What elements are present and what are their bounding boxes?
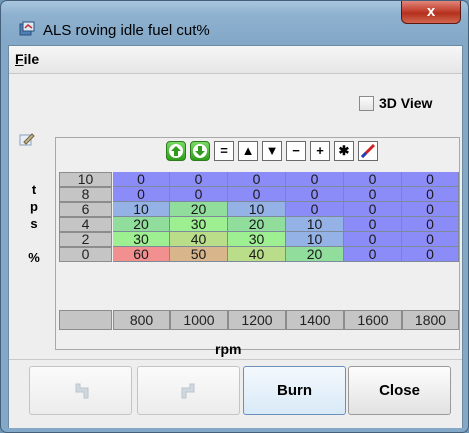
y-axis-label-char [28, 232, 40, 249]
y-axis-cell[interactable]: 10 [59, 172, 112, 187]
y-axis-label: t p s % [28, 181, 40, 266]
table-cell[interactable]: 0 [286, 202, 344, 217]
table-cell[interactable]: 0 [113, 187, 170, 202]
increment-up-icon: ▲ [241, 143, 255, 158]
y-axis-cell[interactable]: 8 [59, 187, 112, 202]
multiply-icon: ✱ [338, 143, 350, 158]
x-axis-label: rpm [215, 341, 242, 357]
add-button[interactable]: + [310, 141, 330, 161]
multiply-button[interactable]: ✱ [334, 141, 354, 161]
table-cell[interactable]: 10 [286, 217, 344, 232]
subtract-icon: − [292, 143, 300, 158]
close-window-button[interactable]: x [401, 1, 461, 24]
table-cell[interactable]: 0 [402, 232, 459, 247]
table-cell[interactable]: 10 [286, 232, 344, 247]
table-cell[interactable]: 10 [113, 202, 170, 217]
table-cell[interactable]: 10 [228, 202, 286, 217]
set-equal-button[interactable]: = [214, 141, 234, 161]
y-axis-label-char: s [30, 216, 38, 231]
table-cell[interactable]: 20 [286, 247, 344, 262]
table-cell[interactable]: 0 [402, 217, 459, 232]
table-cell[interactable]: 0 [344, 217, 402, 232]
redo-icon [181, 383, 194, 399]
table-cell[interactable]: 40 [170, 232, 228, 247]
y-axis-cell[interactable]: 4 [59, 217, 112, 232]
x-axis-cell[interactable]: 1600 [344, 310, 402, 330]
button-bar: Burn Close [9, 359, 462, 428]
x-axis-cell[interactable]: 1400 [286, 310, 344, 330]
view3d-checkbox[interactable] [359, 96, 374, 111]
table-cell[interactable]: 0 [344, 172, 402, 187]
y-axis-label-char: p [30, 199, 38, 214]
dialog-window: ALS roving idle fuel cut% x File 3D View… [0, 0, 469, 433]
table-cell[interactable]: 0 [228, 187, 286, 202]
table-cell[interactable]: 50 [170, 247, 228, 262]
title-bar[interactable]: ALS roving idle fuel cut% x [1, 1, 468, 45]
y-axis-label-char: % [28, 250, 40, 265]
increase-icon [169, 144, 183, 158]
table-cell[interactable]: 0 [344, 202, 402, 217]
close-label: Close [379, 382, 420, 399]
decrease-icon [193, 144, 207, 158]
table-cell[interactable]: 0 [402, 172, 459, 187]
table-cell[interactable]: 30 [170, 217, 228, 232]
table-cell[interactable]: 30 [113, 232, 170, 247]
table-panel: = ▲ ▼ − + ✱ 10 8 6 4 2 0 0 0 0 0 0 0 0 0 0 0 0 0 10 20 10 0 0 0 20 30 2… [55, 137, 460, 350]
increment-down-icon: ▼ [265, 143, 279, 158]
table-cell[interactable]: 0 [402, 247, 459, 262]
y-axis-label-char: t [31, 182, 37, 197]
menu-bar: File [9, 46, 462, 74]
view3d-label: 3D View [379, 95, 433, 111]
increment-up-button[interactable]: ▲ [238, 141, 258, 161]
table-cell[interactable]: 0 [402, 187, 459, 202]
increment-down-button[interactable]: ▼ [262, 141, 282, 161]
table-cell[interactable]: 0 [344, 232, 402, 247]
y-axis-cell[interactable]: 0 [59, 247, 112, 262]
table-cell[interactable]: 60 [113, 247, 170, 262]
table-cell[interactable]: 0 [170, 187, 228, 202]
undo-icon [75, 383, 88, 399]
burn-label: Burn [277, 382, 312, 399]
close-button[interactable]: Close [348, 366, 451, 415]
increase-button[interactable] [166, 141, 186, 161]
table-cell[interactable]: 0 [286, 172, 344, 187]
table-cell[interactable]: 0 [228, 172, 286, 187]
burn-button[interactable]: Burn [243, 366, 346, 415]
x-axis-cell[interactable]: 1200 [228, 310, 286, 330]
interpolate-button[interactable] [358, 141, 378, 161]
x-axis-cell[interactable]: 800 [113, 310, 170, 330]
table-cell[interactable]: 20 [170, 202, 228, 217]
x-axis-cell[interactable]: 1000 [170, 310, 228, 330]
app-icon [19, 21, 35, 36]
table-cell[interactable]: 0 [170, 172, 228, 187]
y-axis-cell[interactable]: 6 [59, 202, 112, 217]
table-cell[interactable]: 0 [402, 202, 459, 217]
x-axis-cell[interactable]: 1800 [402, 310, 459, 330]
table-cell[interactable]: 30 [228, 232, 286, 247]
table-cell[interactable]: 40 [228, 247, 286, 262]
interpolate-icon [360, 143, 376, 159]
menu-file[interactable]: File [15, 51, 39, 67]
add-icon: + [316, 143, 324, 158]
edit-icon[interactable] [19, 132, 35, 146]
close-icon: x [426, 3, 436, 20]
axis-corner [59, 310, 112, 330]
table-cell[interactable]: 20 [113, 217, 170, 232]
table-cell[interactable]: 20 [228, 217, 286, 232]
redo-button[interactable] [137, 366, 240, 415]
window-title: ALS roving idle fuel cut% [43, 22, 210, 39]
y-axis-cell[interactable]: 2 [59, 232, 112, 247]
dialog-body: File 3D View t p s % = ▲ ▼ − + ✱ 10 8 6 4 2 0 0 0 0 0 0… [8, 45, 463, 428]
table-cell[interactable]: 0 [344, 187, 402, 202]
table-cell[interactable]: 0 [113, 172, 170, 187]
set-equal-icon: = [220, 143, 228, 158]
undo-button[interactable] [29, 366, 132, 415]
subtract-button[interactable]: − [286, 141, 306, 161]
table-cell[interactable]: 0 [286, 187, 344, 202]
decrease-button[interactable] [190, 141, 210, 161]
table-cell[interactable]: 0 [344, 247, 402, 262]
